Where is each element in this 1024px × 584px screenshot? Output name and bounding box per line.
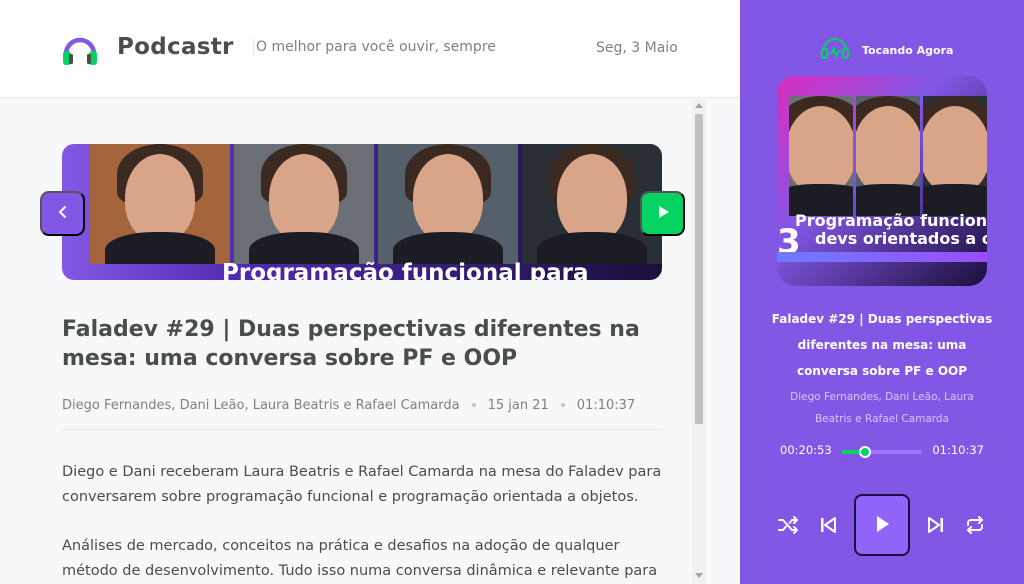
episode-title: Faladev #29 | Duas perspectivas diferent… — [62, 317, 640, 371]
player-panel: Tocando Agora 3 Programação funcional de… — [740, 0, 1024, 584]
brand-name: Podcastr — [117, 34, 234, 60]
scrollbar[interactable] — [692, 99, 706, 584]
description-paragraph: Análises de mercado, conceitos na prátic… — [62, 538, 658, 579]
scrollbar-thumb[interactable] — [695, 114, 703, 424]
repeat-icon — [964, 514, 986, 539]
progress-slider[interactable] — [842, 446, 922, 458]
scroll-down-arrow[interactable] — [695, 573, 703, 578]
scroll-up-arrow[interactable] — [695, 103, 703, 108]
headphones-icon — [60, 30, 100, 70]
episode-description: Diego e Dani receberam Laura Beatris e R… — [62, 460, 662, 584]
skip-previous-icon — [818, 515, 838, 538]
separator-dot — [560, 402, 565, 407]
total-duration: 01:10:37 — [932, 443, 984, 457]
repeat-button[interactable] — [963, 514, 987, 538]
progress-bar: 00:20:53 01:10:37 — [780, 443, 984, 459]
now-playing-header: Tocando Agora — [820, 36, 953, 64]
skip-next-icon — [926, 515, 946, 538]
episode-members: Diego Fernandes, Dani Leão, Laura Beatri… — [62, 398, 460, 413]
episode-date: 15 jan 21 — [487, 398, 549, 413]
current-date: Seg, 3 Maio — [596, 40, 678, 56]
tagline: O melhor para você ouvir, sempre — [253, 39, 496, 55]
current-time: 00:20:53 — [780, 443, 832, 457]
player-episode-members: Diego Fernandes, Dani Leão, Laura Beatri… — [790, 391, 974, 425]
cover-caption: Programação funcional devs orientados a … — [795, 211, 987, 248]
now-playing-label: Tocando Agora — [862, 43, 954, 57]
play-icon — [654, 203, 672, 224]
headphones-wave-icon — [820, 36, 850, 64]
play-pause-button[interactable] — [854, 494, 910, 556]
episode-thumbnail: Programação funcional para — [62, 144, 662, 280]
episode-meta: Diego Fernandes, Dani Leão, Laura Beatri… — [62, 398, 635, 413]
separator-dot — [471, 402, 476, 407]
play-icon — [872, 514, 892, 537]
episode-duration: 01:10:37 — [576, 398, 636, 413]
play-episode-button[interactable] — [640, 191, 685, 236]
app-header: Podcastr O melhor para você ouvir, sempr… — [0, 0, 740, 98]
player-episode-title: Faladev #29 | Duas perspectivas diferent… — [771, 312, 993, 378]
chevron-left-icon — [55, 204, 71, 223]
cover-stripe — [777, 252, 987, 262]
player-cover: 3 Programação funcional devs orientados … — [777, 76, 987, 286]
divider — [62, 429, 662, 430]
thumbnail-caption: Programação funcional para — [222, 260, 589, 280]
shuffle-icon — [777, 514, 799, 539]
description-paragraph: Diego e Dani receberam Laura Beatris e R… — [62, 464, 662, 505]
shuffle-button[interactable] — [776, 514, 800, 538]
previous-button[interactable] — [816, 514, 840, 538]
episode-page: Programação funcional para Faladev #29 |… — [0, 99, 740, 584]
player-controls — [776, 494, 988, 558]
back-button[interactable] — [40, 191, 85, 236]
progress-handle[interactable] — [859, 446, 872, 458]
next-button[interactable] — [924, 514, 948, 538]
